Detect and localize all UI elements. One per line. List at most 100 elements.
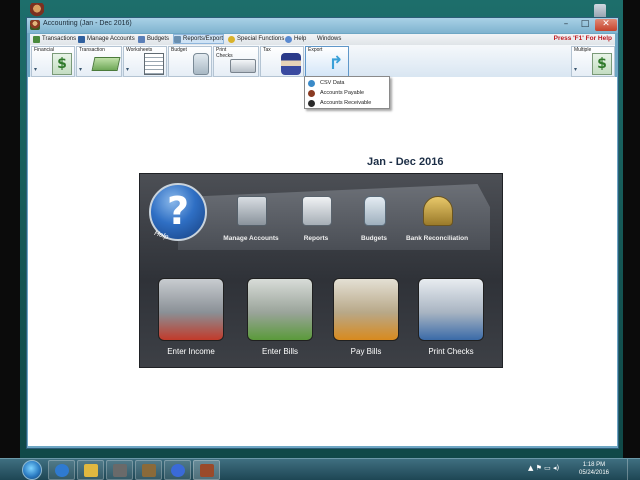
printer-icon (302, 196, 332, 226)
dashboard-panel: ? Help Manage Accounts Reports Budgets B… (139, 173, 503, 368)
close-button[interactable]: ✕ (595, 19, 617, 31)
internet-explorer-icon (55, 464, 69, 477)
menu-label: Windows (317, 36, 342, 42)
system-tray-icons[interactable]: ▲ ⚑ ▭ ◂) (528, 464, 559, 472)
reports-export-icon (174, 36, 181, 43)
chevron-down-icon: ▾ (126, 66, 130, 73)
clock-time: 1:18 PM (582, 462, 606, 468)
window-title: Accounting (Jan - Dec 2016) (43, 20, 132, 27)
special-functions-icon (228, 36, 235, 43)
multiple-dollar-icon: $ (592, 53, 612, 75)
tile-label: Enter Income (167, 347, 215, 356)
export-accounts-receivable-item[interactable]: Accounts Receivable (305, 98, 389, 108)
toolbar-tax-button[interactable]: Tax (260, 46, 304, 77)
csv-arrow-icon (308, 80, 315, 87)
enter-income-tile[interactable]: Enter Income (158, 278, 224, 362)
print-checks-tile[interactable]: Print Checks (418, 278, 484, 362)
file-explorer-icon (84, 464, 98, 477)
clock[interactable]: 1:18 PM 05/24/2016 (574, 461, 614, 477)
top-item-label: Manage Accounts (223, 235, 279, 242)
taskbar-snowflake-app[interactable] (164, 460, 191, 480)
toolbar-budget-button[interactable]: Budget (168, 46, 212, 77)
menu-windows[interactable]: Windows (308, 35, 341, 44)
taskbar-accounting-app[interactable] (193, 460, 220, 480)
budgets-button[interactable]: Budgets (338, 194, 410, 246)
menu-reports-export[interactable]: Reports/Export (173, 34, 225, 44)
pay-bills-tile[interactable]: Pay Bills (333, 278, 399, 362)
menu-label: Help (294, 36, 307, 42)
tile-label: Print Checks (428, 347, 474, 356)
bills-money-icon (333, 278, 399, 341)
menu-budgets[interactable]: Budgets (138, 35, 169, 44)
export-csv-item[interactable]: CSV Data (305, 78, 389, 88)
tile-label: Enter Bills (261, 347, 298, 356)
menu-label: Special Functions (237, 36, 285, 42)
tile-label: Pay Bills (350, 347, 382, 356)
maximize-button[interactable]: □ (576, 19, 594, 31)
taskbar-app-money[interactable] (135, 460, 162, 480)
toolbar-label: Transaction (79, 47, 105, 53)
menu-label: Budgets (147, 36, 170, 42)
question-mark-icon: ? (166, 189, 190, 233)
menu-item-label: Accounts Receivable (320, 100, 372, 106)
title-bar: Accounting (Jan - Dec 2016) – □ ✕ (27, 18, 618, 33)
toolbar-print-checks-button[interactable]: Print Checks (213, 46, 259, 77)
accounting-app-icon (200, 464, 214, 477)
uncle-sam-icon (281, 53, 301, 75)
accounts-receivable-icon (308, 100, 315, 107)
manage-accounts-button[interactable]: Manage Accounts (215, 194, 287, 246)
menu-special-functions[interactable]: Special Functions (228, 35, 284, 44)
help-icon (285, 36, 292, 43)
bank-reconciliation-button[interactable]: Bank Reconciliation (401, 194, 473, 246)
menu-transactions[interactable]: Transactions (33, 35, 76, 44)
toolbar: Financial ▾ $ Transaction ▾ Worksheets ▾… (30, 45, 615, 78)
taskbar-internet-explorer[interactable] (48, 460, 75, 480)
app-money-icon (142, 464, 156, 477)
chevron-down-icon: ▾ (79, 66, 83, 73)
toolbar-worksheets-button[interactable]: Worksheets ▾ (123, 46, 167, 77)
budgets-icon (138, 36, 145, 43)
app-grey-icon (113, 464, 127, 477)
chevron-down-icon: ▾ (574, 66, 578, 73)
toolbar-export-button[interactable]: Export ↱ (305, 46, 349, 77)
calculator-money-icon (158, 278, 224, 341)
transactions-icon (33, 36, 40, 43)
scales-icon (423, 196, 453, 226)
menu-label: Transactions (42, 36, 77, 42)
menu-manage-accounts[interactable]: Manage Accounts (78, 35, 135, 44)
toolbar-label: Print Checks (216, 47, 233, 59)
letterbox-left (0, 0, 20, 480)
budget-jar-icon (364, 196, 386, 226)
budget-jar-icon (193, 53, 209, 75)
menu-label: Reports/Export (183, 36, 224, 42)
printer-icon (418, 278, 484, 341)
menu-help[interactable]: Help (285, 35, 306, 44)
menu-label: Manage Accounts (87, 36, 135, 42)
taskbar-app-grey[interactable] (106, 460, 133, 480)
enter-bills-tile[interactable]: Enter Bills (247, 278, 313, 362)
taskbar: ▲ ⚑ ▭ ◂) 1:18 PM 05/24/2016 (0, 458, 640, 480)
app-icon[interactable] (30, 20, 40, 30)
toolbar-transaction-button[interactable]: Transaction ▾ (76, 46, 122, 77)
clock-date: 05/24/2016 (578, 470, 610, 476)
minimize-button[interactable]: – (557, 19, 575, 31)
help-hint: Press 'F1' For Help (553, 35, 612, 42)
printer-icon (230, 59, 256, 73)
period-title: Jan - Dec 2016 (367, 156, 444, 168)
show-desktop-button[interactable] (627, 459, 640, 480)
toolbar-financial-button[interactable]: Financial ▾ $ (31, 46, 75, 77)
start-button[interactable] (22, 460, 42, 480)
dollar-icon: $ (52, 53, 72, 75)
bills-calculator-icon (247, 278, 313, 341)
accounts-payable-icon (308, 90, 315, 97)
taskbar-file-explorer[interactable] (77, 460, 104, 480)
top-item-label: Budgets (361, 235, 387, 242)
money-stack-icon (91, 57, 121, 71)
menu-item-label: CSV Data (320, 80, 345, 86)
export-accounts-payable-item[interactable]: Accounts Payable (305, 88, 389, 98)
chevron-down-icon: ▾ (34, 66, 38, 73)
top-item-label: Bank Reconciliation (405, 235, 469, 242)
export-dropdown-menu: CSV Data Accounts Payable Accounts Recei… (304, 76, 390, 109)
toolbar-multiple-button[interactable]: Multiple ▾ $ (571, 46, 615, 77)
menu-item-label: Accounts Payable (320, 90, 365, 96)
